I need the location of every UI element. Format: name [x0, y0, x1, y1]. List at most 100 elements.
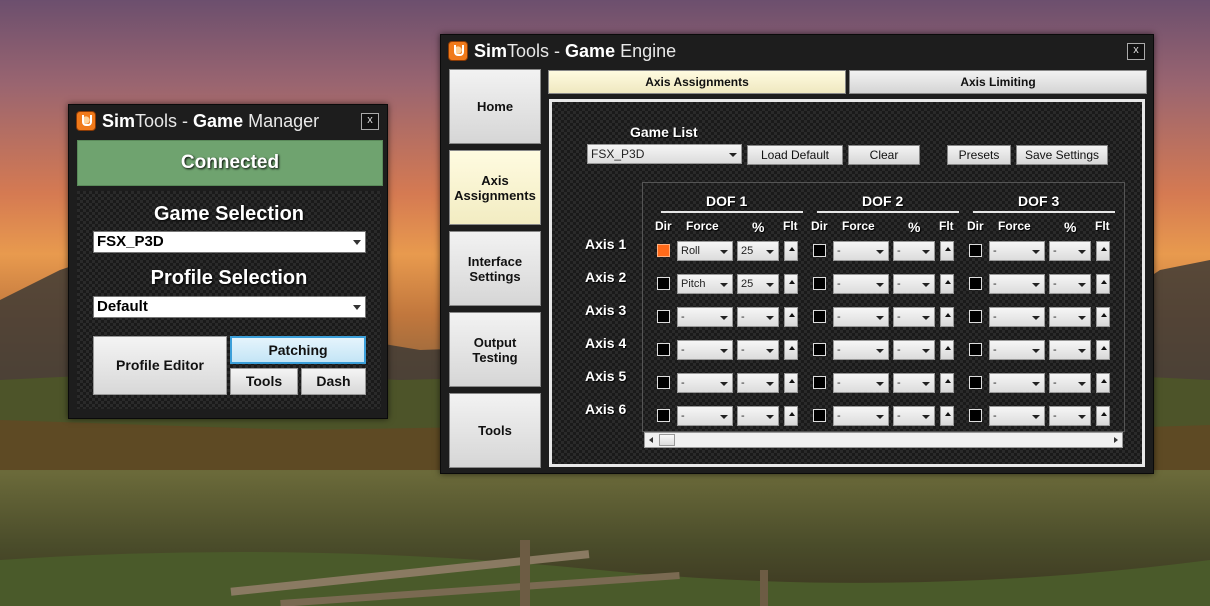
- filter-button[interactable]: [784, 340, 798, 360]
- profile-selection-dropdown[interactable]: Default: [93, 296, 366, 318]
- force-dropdown[interactable]: -: [833, 406, 889, 426]
- dir-checkbox[interactable]: [969, 244, 982, 257]
- dir-checkbox[interactable]: [813, 409, 826, 422]
- clear-button[interactable]: Clear: [848, 145, 920, 165]
- percent-dropdown[interactable]: -: [1049, 307, 1091, 327]
- percent-dropdown[interactable]: -: [1049, 241, 1091, 261]
- dir-checkbox[interactable]: [813, 376, 826, 389]
- dir-checkbox[interactable]: [969, 343, 982, 356]
- game-list-dropdown[interactable]: FSX_P3D: [587, 144, 742, 164]
- force-dropdown[interactable]: -: [677, 307, 733, 327]
- percent-dropdown[interactable]: -: [1049, 373, 1091, 393]
- profile-editor-button[interactable]: Profile Editor: [93, 336, 227, 395]
- horizontal-scrollbar[interactable]: [644, 432, 1123, 448]
- percent-dropdown[interactable]: -: [893, 406, 935, 426]
- filter-button[interactable]: [1096, 307, 1110, 327]
- force-dropdown[interactable]: -: [833, 274, 889, 294]
- close-icon[interactable]: x: [361, 113, 379, 130]
- dir-checkbox[interactable]: [969, 310, 982, 323]
- load-default-button[interactable]: Load Default: [747, 145, 843, 165]
- filter-button[interactable]: [1096, 274, 1110, 294]
- filter-button[interactable]: [784, 274, 798, 294]
- dir-checkbox[interactable]: [657, 343, 670, 356]
- dash-button[interactable]: Dash: [301, 368, 366, 395]
- presets-button[interactable]: Presets: [947, 145, 1011, 165]
- force-dropdown[interactable]: -: [833, 241, 889, 261]
- dir-checkbox[interactable]: [969, 409, 982, 422]
- percent-dropdown[interactable]: -: [893, 373, 935, 393]
- dir-checkbox[interactable]: [657, 310, 670, 323]
- tools-button[interactable]: Tools: [230, 368, 298, 395]
- percent-dropdown[interactable]: -: [737, 406, 779, 426]
- sidebar-item-output-testing[interactable]: Output Testing: [449, 312, 541, 387]
- force-dropdown[interactable]: -: [989, 274, 1045, 294]
- filter-button[interactable]: [784, 241, 798, 261]
- force-dropdown[interactable]: Pitch: [677, 274, 733, 294]
- close-icon[interactable]: x: [1127, 43, 1145, 60]
- percent-dropdown[interactable]: 25: [737, 241, 779, 261]
- patching-button[interactable]: Patching: [230, 336, 366, 364]
- filter-button[interactable]: [940, 340, 954, 360]
- force-dropdown[interactable]: -: [989, 340, 1045, 360]
- percent-dropdown[interactable]: -: [737, 373, 779, 393]
- dir-checkbox[interactable]: [813, 277, 826, 290]
- force-dropdown[interactable]: Roll: [677, 241, 733, 261]
- scroll-right-icon[interactable]: [1114, 437, 1118, 443]
- filter-button[interactable]: [1096, 340, 1110, 360]
- column-header-dir: Dir: [811, 219, 828, 233]
- scrollbar-thumb[interactable]: [659, 434, 675, 446]
- force-dropdown[interactable]: -: [989, 373, 1045, 393]
- dir-checkbox[interactable]: [813, 343, 826, 356]
- scroll-left-icon[interactable]: [649, 437, 653, 443]
- force-dropdown[interactable]: -: [989, 406, 1045, 426]
- filter-button[interactable]: [940, 307, 954, 327]
- game-manager-titlebar[interactable]: SimTools - Game Manager x: [69, 105, 387, 137]
- dir-checkbox[interactable]: [657, 244, 670, 257]
- game-selection-dropdown[interactable]: FSX_P3D: [93, 231, 366, 253]
- percent-dropdown[interactable]: -: [893, 241, 935, 261]
- tab-axis-limiting[interactable]: Axis Limiting: [849, 70, 1147, 94]
- percent-dropdown[interactable]: -: [893, 274, 935, 294]
- force-dropdown[interactable]: -: [833, 340, 889, 360]
- dir-checkbox[interactable]: [657, 277, 670, 290]
- dir-checkbox[interactable]: [969, 376, 982, 389]
- force-dropdown[interactable]: -: [989, 307, 1045, 327]
- tab-axis-assignments[interactable]: Axis Assignments: [548, 70, 846, 94]
- filter-button[interactable]: [940, 241, 954, 261]
- filter-button[interactable]: [1096, 406, 1110, 426]
- dir-checkbox[interactable]: [813, 310, 826, 323]
- save-settings-button[interactable]: Save Settings: [1016, 145, 1108, 165]
- force-dropdown[interactable]: -: [833, 307, 889, 327]
- filter-button[interactable]: [1096, 241, 1110, 261]
- sidebar-item-tools[interactable]: Tools: [449, 393, 541, 468]
- sidebar-item-axis-assignments[interactable]: Axis Assignments: [449, 150, 541, 225]
- percent-dropdown[interactable]: -: [1049, 274, 1091, 294]
- filter-button[interactable]: [784, 307, 798, 327]
- percent-value: -: [897, 311, 901, 323]
- filter-button[interactable]: [940, 373, 954, 393]
- percent-dropdown[interactable]: -: [737, 307, 779, 327]
- force-dropdown[interactable]: -: [677, 340, 733, 360]
- dir-checkbox[interactable]: [969, 277, 982, 290]
- game-engine-titlebar[interactable]: SimTools - Game Engine x: [441, 35, 1153, 67]
- percent-dropdown[interactable]: -: [893, 307, 935, 327]
- filter-button[interactable]: [940, 406, 954, 426]
- sidebar-item-home[interactable]: Home: [449, 69, 541, 144]
- percent-dropdown[interactable]: -: [737, 340, 779, 360]
- sidebar-item-interface-settings[interactable]: Interface Settings: [449, 231, 541, 306]
- filter-button[interactable]: [940, 274, 954, 294]
- dir-checkbox[interactable]: [657, 376, 670, 389]
- filter-button[interactable]: [784, 406, 798, 426]
- force-dropdown[interactable]: -: [677, 406, 733, 426]
- percent-dropdown[interactable]: -: [1049, 406, 1091, 426]
- force-dropdown[interactable]: -: [989, 241, 1045, 261]
- force-dropdown[interactable]: -: [677, 373, 733, 393]
- filter-button[interactable]: [784, 373, 798, 393]
- percent-dropdown[interactable]: -: [1049, 340, 1091, 360]
- force-dropdown[interactable]: -: [833, 373, 889, 393]
- percent-dropdown[interactable]: 25: [737, 274, 779, 294]
- percent-dropdown[interactable]: -: [893, 340, 935, 360]
- dir-checkbox[interactable]: [813, 244, 826, 257]
- filter-button[interactable]: [1096, 373, 1110, 393]
- dir-checkbox[interactable]: [657, 409, 670, 422]
